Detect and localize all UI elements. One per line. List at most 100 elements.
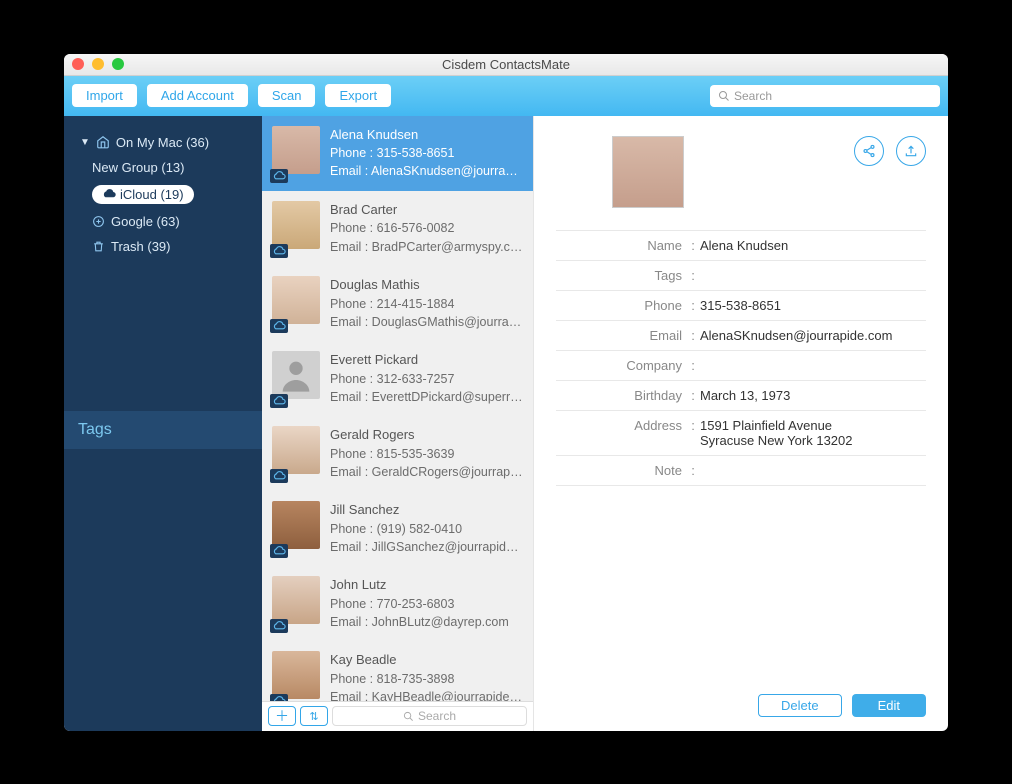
contact-phone: Phone : 815-535-3639 [330, 445, 523, 463]
contact-row[interactable]: Gerald Rogers Phone : 815-535-3639 Email… [262, 416, 533, 491]
field-note: Note : [556, 456, 926, 486]
sidebar-item-on-my-mac[interactable]: ▼ On My Mac (36) [64, 130, 262, 155]
avatar-wrap [272, 501, 320, 556]
scan-button[interactable]: Scan [258, 84, 316, 107]
contact-info: Everett Pickard Phone : 312-633-7257 Ema… [330, 351, 523, 406]
cloud-icon [102, 188, 116, 200]
contact-name: Jill Sanchez [330, 501, 523, 520]
contact-phone: Phone : 616-576-0082 [330, 219, 523, 237]
contact-list-scroll[interactable]: Alena Knudsen Phone : 315-538-8651 Email… [262, 116, 533, 701]
share-icon [862, 144, 876, 158]
list-footer: ＋ ⇅ Search [262, 701, 533, 731]
search-icon [403, 711, 414, 722]
contact-info: Gerald Rogers Phone : 815-535-3639 Email… [330, 426, 523, 481]
avatar-wrap [272, 201, 320, 256]
contact-name: John Lutz [330, 576, 523, 595]
field-company: Company : [556, 351, 926, 381]
contact-info: Kay Beadle Phone : 818-735-3898 Email : … [330, 651, 523, 700]
tags-header[interactable]: Tags [64, 411, 262, 449]
contact-info: Brad Carter Phone : 616-576-0082 Email :… [330, 201, 523, 256]
contact-detail: Name : Alena Knudsen Tags : Phone : 315-… [534, 116, 948, 731]
contact-name: Kay Beadle [330, 651, 523, 670]
export-contact-button[interactable] [896, 136, 926, 166]
cloud-badge-icon [270, 694, 288, 700]
field-address: Address : 1591 Plainfield Avenue Syracus… [556, 411, 926, 456]
sidebar-item-icloud[interactable]: iCloud (19) [64, 180, 262, 209]
avatar [272, 276, 320, 324]
chevron-down-icon: ▼ [80, 137, 90, 148]
avatar [272, 651, 320, 699]
contact-email: Email : JohnBLutz@dayrep.com [330, 613, 523, 631]
titlebar: Cisdem ContactsMate [64, 54, 948, 76]
sidebar-item-google[interactable]: Google (63) [64, 209, 262, 234]
field-email: Email : AlenaSKnudsen@jourrapide.com [556, 321, 926, 351]
sidebar: ▼ On My Mac (36) New Group (13) iCloud (… [64, 116, 262, 731]
google-icon [92, 215, 105, 228]
contact-phone: Phone : 315-538-8651 [330, 144, 523, 162]
contact-phone: Phone : 818-735-3898 [330, 670, 523, 688]
sidebar-item-trash[interactable]: Trash (39) [64, 234, 262, 259]
avatar [272, 126, 320, 174]
contact-name: Alena Knudsen [330, 126, 523, 145]
avatar-wrap [272, 276, 320, 331]
avatar [272, 426, 320, 474]
contact-name: Everett Pickard [330, 351, 523, 370]
trash-icon [92, 240, 105, 253]
contact-phone: Phone : 214-415-1884 [330, 295, 523, 313]
contact-phone: Phone : (919) 582-0410 [330, 520, 523, 538]
avatar-wrap [272, 426, 320, 481]
contact-info: Douglas Mathis Phone : 214-415-1884 Emai… [330, 276, 523, 331]
sidebar-item-new-group[interactable]: New Group (13) [64, 155, 262, 180]
sort-button[interactable]: ⇅ [300, 706, 328, 726]
contact-email: Email : BradPCarter@armyspy.com [330, 238, 523, 256]
cloud-badge-icon [270, 319, 288, 333]
contact-row[interactable]: Douglas Mathis Phone : 214-415-1884 Emai… [262, 266, 533, 341]
detail-avatar [612, 136, 684, 208]
field-birthday: Birthday : March 13, 1973 [556, 381, 926, 411]
delete-button[interactable]: Delete [758, 694, 842, 717]
detail-footer: Delete Edit [556, 694, 926, 717]
import-button[interactable]: Import [72, 84, 137, 107]
sidebar-groups: ▼ On My Mac (36) New Group (13) iCloud (… [64, 116, 262, 412]
contact-row[interactable]: Kay Beadle Phone : 818-735-3898 Email : … [262, 641, 533, 700]
share-button[interactable] [854, 136, 884, 166]
contact-email: Email : JillGSanchez@jourrapide.com [330, 538, 523, 556]
contact-row[interactable]: John Lutz Phone : 770-253-6803 Email : J… [262, 566, 533, 641]
contact-row[interactable]: Alena Knudsen Phone : 315-538-8651 Email… [262, 116, 533, 191]
window-title: Cisdem ContactsMate [64, 57, 948, 72]
edit-button[interactable]: Edit [852, 694, 926, 717]
field-name: Name : Alena Knudsen [556, 230, 926, 261]
cloud-badge-icon [270, 394, 288, 408]
cloud-badge-icon [270, 244, 288, 258]
search-input[interactable]: Search [710, 85, 940, 107]
avatar-wrap [272, 651, 320, 700]
contact-name: Douglas Mathis [330, 276, 523, 295]
detail-header [556, 136, 926, 208]
contact-info: John Lutz Phone : 770-253-6803 Email : J… [330, 576, 523, 631]
avatar [272, 201, 320, 249]
contact-row[interactable]: Jill Sanchez Phone : (919) 582-0410 Emai… [262, 491, 533, 566]
toolbar: Import Add Account Scan Export Search [64, 76, 948, 116]
cloud-badge-icon [270, 619, 288, 633]
field-phone: Phone : 315-538-8651 [556, 291, 926, 321]
contact-row[interactable]: Brad Carter Phone : 616-576-0082 Email :… [262, 191, 533, 266]
contact-row[interactable]: Everett Pickard Phone : 312-633-7257 Ema… [262, 341, 533, 416]
search-icon [718, 90, 730, 102]
contact-name: Gerald Rogers [330, 426, 523, 445]
export-button[interactable]: Export [325, 84, 391, 107]
contact-email: Email : AlenaSKnudsen@jourrapide... [330, 162, 523, 180]
add-contact-button[interactable]: ＋ [268, 706, 296, 726]
contact-email: Email : GeraldCRogers@jourrapide... [330, 463, 523, 481]
avatar [272, 351, 320, 399]
contact-phone: Phone : 770-253-6803 [330, 595, 523, 613]
field-tags: Tags : [556, 261, 926, 291]
contact-list: Alena Knudsen Phone : 315-538-8651 Email… [262, 116, 534, 731]
avatar-wrap [272, 351, 320, 406]
upload-icon [904, 144, 918, 158]
avatar-wrap [272, 126, 320, 181]
contact-email: Email : KayHBeadle@jourrapide.com [330, 688, 523, 700]
list-search-input[interactable]: Search [332, 706, 527, 726]
add-account-button[interactable]: Add Account [147, 84, 248, 107]
cloud-badge-icon [270, 469, 288, 483]
contact-info: Alena Knudsen Phone : 315-538-8651 Email… [330, 126, 523, 181]
